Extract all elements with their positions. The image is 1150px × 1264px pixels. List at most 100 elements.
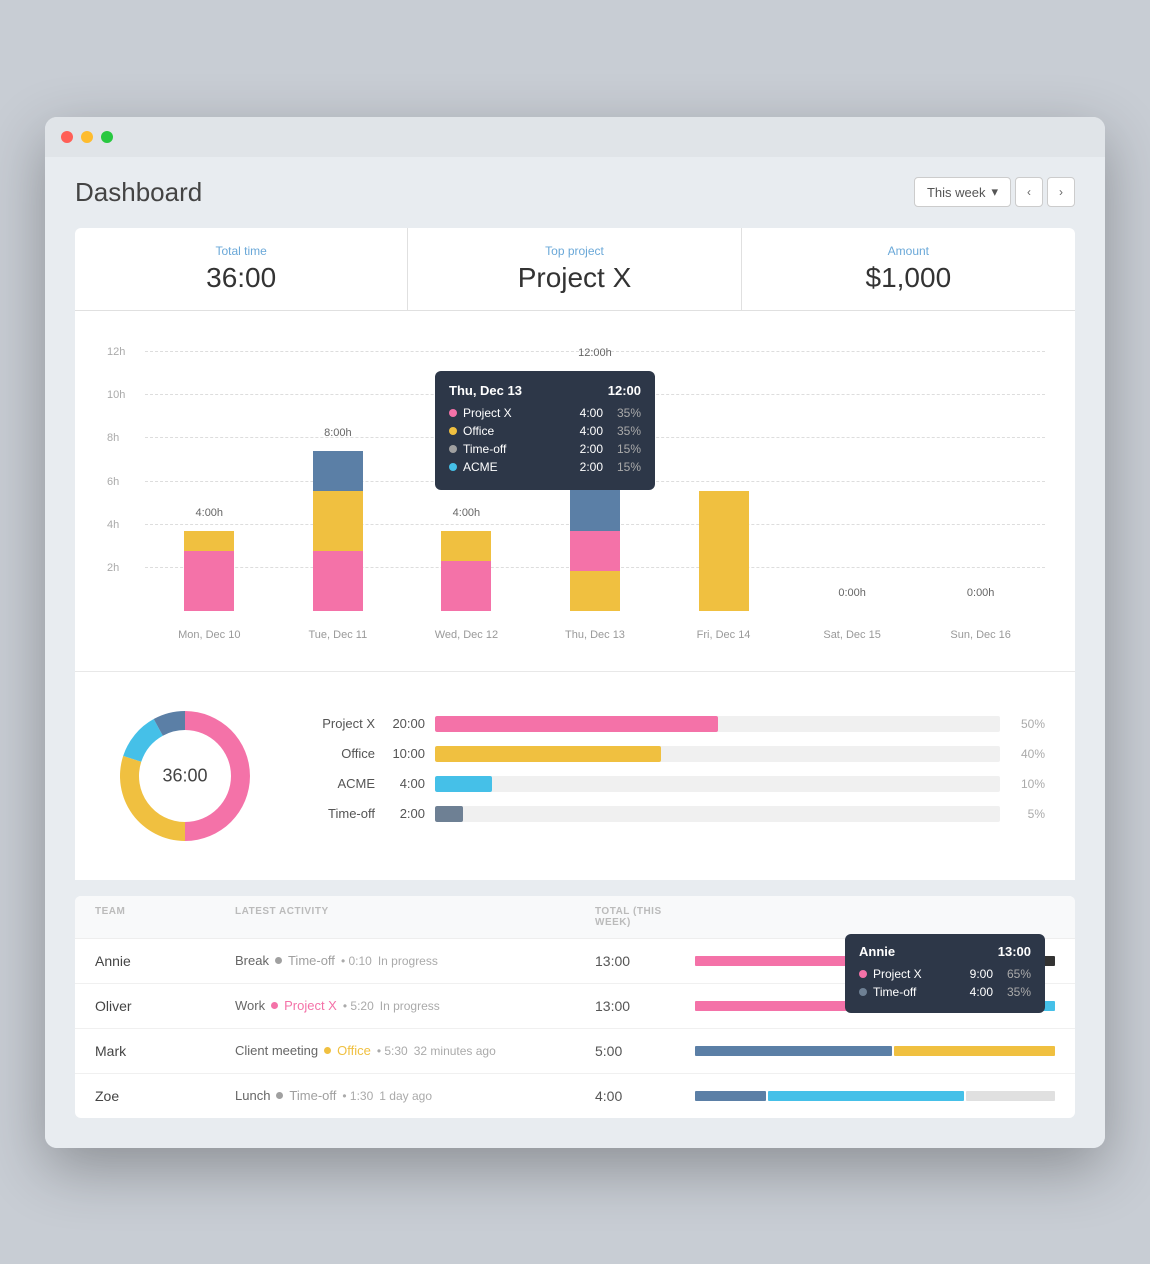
total-time-label: Total time [95, 244, 387, 258]
tooltip-pct: 35% [1001, 985, 1031, 999]
activity-project: Project X [284, 998, 337, 1013]
tooltip-pct: 15% [611, 460, 641, 474]
chart-area: 12h10h8h6h4h2h 4:00hMon, Dec 108:00hTue,… [105, 331, 1045, 651]
activity-dot [271, 1002, 278, 1009]
bar-segment [570, 531, 620, 571]
next-week-button[interactable]: › [1047, 177, 1075, 207]
activity-type: Client meeting [235, 1043, 318, 1058]
total-time-card: Total time 36:00 [75, 228, 408, 310]
tooltip-pct: 35% [611, 424, 641, 438]
breakdown-row: ACME 4:00 10% [305, 776, 1045, 792]
team-member-name: Annie [95, 953, 235, 969]
tooltip-project-name: ACME [463, 460, 580, 474]
bar-segment [441, 531, 491, 561]
team-section: TEAM LATEST ACTIVITY TOTAL (THIS WEEK) A… [75, 896, 1075, 1118]
team-row: Annie Break Time-off • 0:10 In progress … [75, 939, 1075, 984]
tooltip-name: Annie [859, 944, 895, 959]
bar-stack: 4:00h [184, 531, 234, 611]
tooltip-row: Time-off 4:00 35% [859, 985, 1031, 999]
breakdown-bars: Project X 20:00 50% Office 10:00 40% ACM… [305, 716, 1045, 836]
header-row: Dashboard This week ▾ ‹ › [75, 177, 1075, 208]
activity-status: 1 day ago [379, 1089, 432, 1103]
breakdown-pct: 50% [1010, 717, 1045, 731]
activity-type: Break [235, 953, 269, 968]
bar-segment [184, 531, 234, 551]
breakdown-bar-container [435, 806, 1000, 822]
tooltip-project-name: Project X [463, 406, 580, 420]
day-label: Fri, Dec 14 [697, 629, 751, 641]
breakdown-bar-container [435, 716, 1000, 732]
tooltip-time: 2:00 [580, 442, 603, 456]
tooltip-total: 13:00 [998, 944, 1031, 959]
breakdown-bar-fill [435, 806, 463, 822]
mini-bar [768, 1091, 964, 1101]
activity-cell: Break Time-off • 0:10 In progress [235, 953, 595, 968]
breakdown-project-time: 2:00 [385, 806, 425, 821]
amount-card: Amount $1,000 [742, 228, 1075, 310]
day-label: Sun, Dec 16 [950, 629, 1011, 641]
breakdown-pct: 5% [1010, 807, 1045, 821]
breakdown-pct: 10% [1010, 777, 1045, 791]
close-dot [61, 131, 73, 143]
tooltip-dot [449, 463, 457, 471]
breakdown-bar-container [435, 746, 1000, 762]
gridline-label: 2h [107, 562, 119, 574]
gridline-label: 8h [107, 432, 119, 444]
activity-dot [324, 1047, 331, 1054]
activity-cell: Lunch Time-off • 1:30 1 day ago [235, 1088, 595, 1103]
breakdown-section: 36:00 Project X 20:00 50% Office 10:00 4… [75, 672, 1075, 880]
bar-total-label: 8:00h [324, 427, 352, 439]
activity-type: Work [235, 998, 265, 1013]
bar-stack: 8:00h [313, 451, 363, 611]
breakdown-bar-fill [435, 746, 661, 762]
top-project-label: Top project [428, 244, 720, 258]
activity-time: • 5:30 [377, 1044, 408, 1058]
bar-total-label: 4:00h [453, 507, 481, 519]
bar-segment [313, 451, 363, 491]
activity-type: Lunch [235, 1088, 270, 1103]
activity-status: In progress [378, 954, 438, 968]
activity-dot [275, 957, 282, 964]
this-week-button[interactable]: This week ▾ [914, 177, 1011, 207]
mini-bar [966, 1091, 1055, 1101]
amount-label: Amount [762, 244, 1055, 258]
activity-dot [276, 1092, 283, 1099]
gridline-label: 6h [107, 476, 119, 488]
bar-segment [570, 571, 620, 611]
tooltip-row: Time-off 2:00 15% [449, 442, 641, 456]
activity-cell: Client meeting Office • 5:30 32 minutes … [235, 1043, 595, 1058]
prev-week-button[interactable]: ‹ [1015, 177, 1043, 207]
tooltip-header: Annie 13:00 [859, 944, 1031, 959]
team-table-header: TEAM LATEST ACTIVITY TOTAL (THIS WEEK) [75, 896, 1075, 939]
gridline-label: 10h [107, 389, 125, 401]
tooltip-pct: 15% [611, 442, 641, 456]
donut-chart: 36:00 [105, 696, 265, 856]
activity-time: • 0:10 [341, 954, 372, 968]
titlebar [45, 117, 1105, 157]
bar-total-label: 0:00h [838, 587, 866, 599]
total-cell: 4:00 [595, 1088, 695, 1104]
tooltip-project-name: Project X [873, 967, 970, 981]
activity-status: In progress [380, 999, 440, 1013]
breakdown-row: Project X 20:00 50% [305, 716, 1045, 732]
tooltip-date: Thu, Dec 13 [449, 383, 522, 398]
tooltip-dot [449, 445, 457, 453]
tooltip-pct: 65% [1001, 967, 1031, 981]
team-row: Zoe Lunch Time-off • 1:30 1 day ago 4:00 [75, 1074, 1075, 1118]
breakdown-project-time: 4:00 [385, 776, 425, 791]
bar-group: 4:00hWed, Dec 12 [431, 531, 501, 611]
breakdown-pct: 40% [1010, 747, 1045, 761]
breakdown-project-name: ACME [305, 776, 375, 791]
bar-segment [313, 491, 363, 551]
breakdown-project-name: Project X [305, 716, 375, 731]
bar-segment [184, 551, 234, 611]
tooltip-row: Project X 9:00 65% [859, 967, 1031, 981]
team-member-name: Oliver [95, 998, 235, 1014]
progress-cell [695, 1046, 1055, 1056]
total-cell: 13:00 [595, 998, 695, 1014]
breakdown-bar-container [435, 776, 1000, 792]
tooltip-time: 4:00 [580, 406, 603, 420]
page-title: Dashboard [75, 177, 202, 208]
amount-value: $1,000 [762, 262, 1055, 294]
tooltip-header: Thu, Dec 13 12:00 [449, 383, 641, 398]
